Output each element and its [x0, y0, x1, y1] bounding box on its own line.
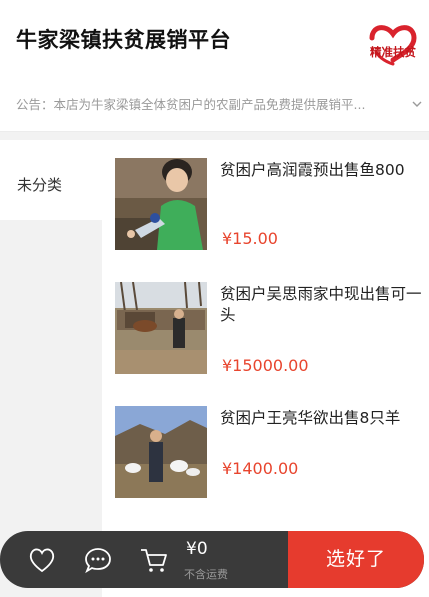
cart-icon[interactable] — [139, 546, 169, 574]
product-image[interactable] — [115, 282, 207, 374]
category-label: 未分类 — [17, 176, 63, 194]
category-item-uncategorized[interactable]: 未分类 — [0, 140, 102, 220]
announcement-text[interactable]: 公告：本店为牛家梁镇全体贫困户的农副产品免费提供展销平... — [16, 94, 408, 113]
product-title[interactable]: 贫困户王亮华欲出售8只羊 — [220, 408, 429, 429]
checkout-button[interactable]: 选好了 — [288, 531, 424, 588]
shop-logo[interactable]: 精准扶贫 — [362, 18, 424, 80]
product-item[interactable]: 贫困户王亮华欲出售8只羊 ¥1400.00 — [102, 406, 429, 506]
chevron-down-icon[interactable] — [411, 98, 423, 110]
cart-summary: ¥0 不含运费 — [0, 531, 288, 588]
shipping-note: 不含运费 — [184, 568, 228, 581]
shop-header: 牛家梁镇扶贫展销平台 精准扶贫 公告：本店为牛家梁镇全体贫困户的农副产品免费提供… — [0, 0, 429, 132]
shop-name: 牛家梁镇扶贫展销平台 — [16, 28, 231, 52]
product-image[interactable] — [115, 406, 207, 498]
cart-total: ¥0 — [186, 539, 208, 559]
heart-icon[interactable] — [27, 546, 57, 574]
product-image[interactable] — [115, 158, 207, 250]
product-title[interactable]: 贫困户高润霞预出售鱼800 — [220, 160, 429, 181]
product-list[interactable]: 贫困户高润霞预出售鱼800 ¥15.00 贫困户吴思雨家中现出售可一头 ¥150… — [102, 140, 429, 597]
product-price: ¥1400.00 — [222, 459, 299, 478]
product-price: ¥15000.00 — [222, 356, 309, 375]
chat-icon[interactable] — [83, 546, 113, 574]
product-title[interactable]: 贫困户吴思雨家中现出售可一头 — [220, 284, 429, 326]
cart-bar: ¥0 不含运费 选好了 — [0, 531, 424, 588]
logo-text: 精准扶贫 — [370, 45, 416, 59]
category-sidebar: 未分类 — [0, 140, 102, 597]
product-item[interactable]: 贫困户吴思雨家中现出售可一头 ¥15000.00 — [102, 282, 429, 382]
product-item[interactable]: 贫困户高润霞预出售鱼800 ¥15.00 — [102, 158, 429, 258]
product-price: ¥15.00 — [222, 229, 278, 248]
